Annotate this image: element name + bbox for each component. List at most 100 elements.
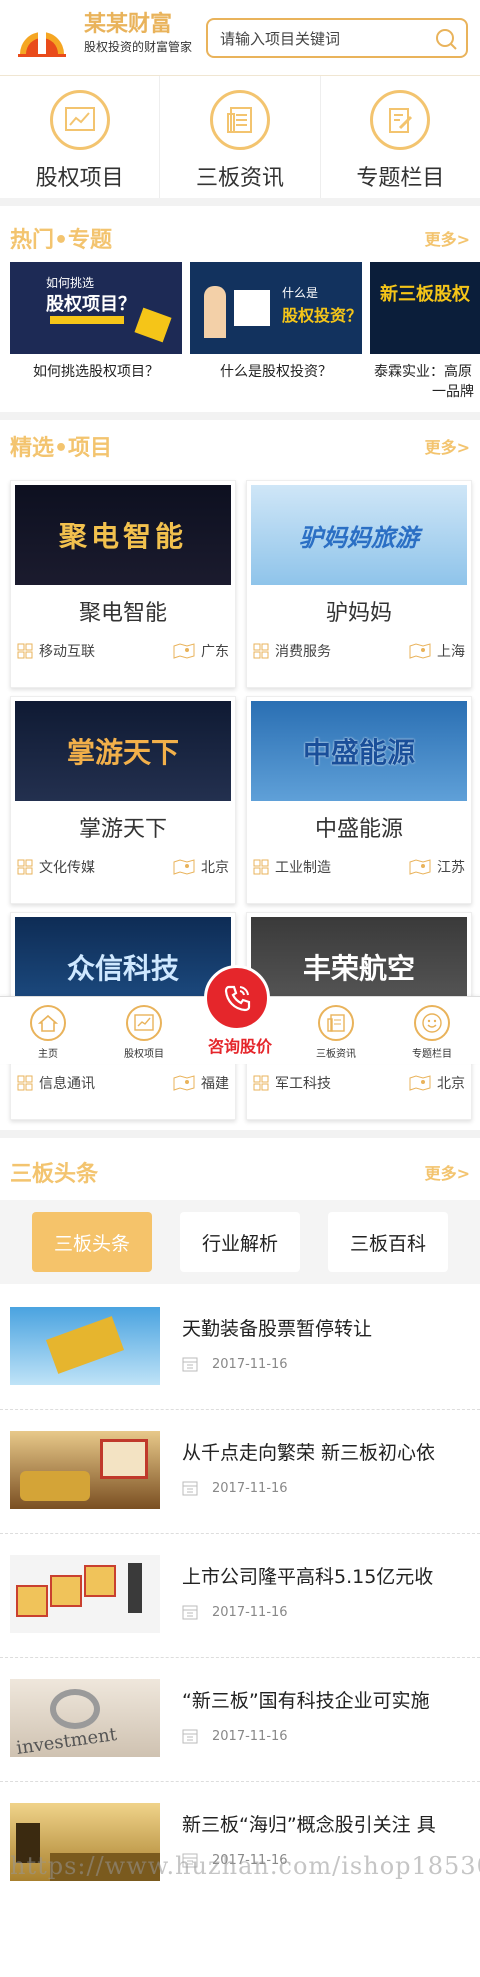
category-sanban-news[interactable]: 三板资讯 <box>160 76 321 198</box>
search-placeholder: 请输入项目关键词 <box>220 29 341 48</box>
calendar-icon <box>182 1729 198 1744</box>
hot-topic-card[interactable]: 新三板股权 泰霖实业：高原 一品牌 <box>370 262 480 402</box>
tab-projects[interactable]: 股权项目 <box>104 1005 184 1060</box>
news-title: “新三板”国有科技企业可实施 <box>182 1690 430 1712</box>
project-industry: 信息通讯 <box>39 1076 95 1092</box>
project-region: 广东 <box>201 644 229 660</box>
news-thumbnail: investment <box>10 1679 160 1757</box>
news-item[interactable]: 新三板“海归”概念股引关注 具 2017-11-16 <box>0 1782 480 1906</box>
divider <box>0 1130 480 1138</box>
phone-icon <box>224 985 251 1012</box>
hot-topic-caption: 泰霖实业：高原 <box>374 364 472 380</box>
project-name: 驴妈妈 <box>325 601 392 626</box>
hot-topic-card[interactable]: 如何挑选 股权项目？ 如何挑选股权项目？ <box>10 262 182 382</box>
brand-name: 某某财富 <box>84 12 173 37</box>
brand: 某某财富 股权投资的财富管家 <box>84 12 194 56</box>
project-banner: 中盛能源 <box>251 701 467 801</box>
project-banner: 驴妈妈旅游 <box>251 485 467 585</box>
hot-section-header: 热门•专题 更多> <box>0 216 480 260</box>
hot-image-text: 什么是 <box>282 286 319 300</box>
chart-growth-icon <box>126 1005 162 1041</box>
project-banner-text: 丰荣航空 <box>302 952 415 985</box>
map-icon <box>173 643 195 659</box>
map-icon <box>409 1075 431 1091</box>
hot-more-link[interactable]: 更多> <box>425 226 470 250</box>
projects-more-link[interactable]: 更多> <box>425 434 470 458</box>
project-region: 江苏 <box>437 860 465 876</box>
sanban-tabs: 三板头条 行业解析 三板百科 <box>0 1200 480 1284</box>
news-item[interactable]: 天勤装备股票暂停转让 2017-11-16 <box>0 1286 480 1410</box>
project-industry: 文化传媒 <box>39 860 95 876</box>
project-industry: 工业制造 <box>275 860 331 876</box>
tab-label: 股权项目 <box>124 1049 164 1060</box>
category-topics[interactable]: 专题栏目 <box>321 76 480 198</box>
news-date: 2017-11-16 <box>212 1728 288 1744</box>
tab-label: 专题栏目 <box>412 1049 452 1060</box>
hot-topic-card[interactable]: 什么是 股权投资？ 什么是股权投资？ <box>190 262 362 382</box>
hot-topic-image: 如何挑选 股权项目？ <box>10 262 182 354</box>
news-item[interactable]: 从千点走向繁荣 新三板初心依 2017-11-16 <box>0 1410 480 1534</box>
project-banner-text: 驴妈妈旅游 <box>299 523 419 552</box>
map-icon <box>173 1075 195 1091</box>
smile-icon <box>414 1005 450 1041</box>
project-banner: 聚电智能 <box>15 485 231 585</box>
consult-button[interactable] <box>204 965 270 1031</box>
project-region: 福建 <box>201 1076 229 1092</box>
news-title: 天勤装备股票暂停转让 <box>182 1318 373 1340</box>
news-date: 2017-11-16 <box>212 1480 288 1496</box>
hot-topic-caption: 什么是股权投资？ <box>220 364 332 380</box>
hot-image-text: 如何挑选 <box>46 276 95 290</box>
industry-grid-icon <box>17 643 33 659</box>
search-input[interactable]: 请输入项目关键词 <box>206 18 468 58</box>
news-item[interactable]: 上市公司隆平高科5.15亿元收 2017-11-16 <box>0 1534 480 1658</box>
project-industry: 消费服务 <box>275 644 331 660</box>
industry-grid-icon <box>253 1075 269 1091</box>
tab-news[interactable]: 三板资讯 <box>296 1005 376 1060</box>
hot-section-title: 热门•专题 <box>10 228 113 253</box>
category-equity-projects[interactable]: 股权项目 <box>0 76 161 198</box>
chart-growth-icon <box>49 90 110 150</box>
news-doc-icon <box>209 90 270 150</box>
category-label: 股权项目 <box>35 166 124 191</box>
hot-image-text: 股权项目？ <box>46 294 136 315</box>
tab-industry-analysis[interactable]: 行业解析 <box>180 1212 300 1272</box>
search-icon[interactable] <box>434 27 458 51</box>
news-thumbnail <box>10 1307 160 1385</box>
tab-sanban-headlines[interactable]: 三板头条 <box>32 1212 152 1272</box>
brand-slogan: 股权投资的财富管家 <box>84 40 193 54</box>
project-region: 上海 <box>437 644 465 660</box>
news-thumbnail <box>10 1555 160 1633</box>
tab-topics[interactable]: 专题栏目 <box>392 1005 472 1060</box>
sanban-more-link[interactable]: 更多> <box>425 1160 470 1184</box>
news-date: 2017-11-16 <box>212 1604 288 1620</box>
map-icon <box>409 643 431 659</box>
project-card[interactable]: 驴妈妈旅游 驴妈妈 消费服务 上海 <box>246 480 472 688</box>
project-name: 中盛能源 <box>314 817 403 842</box>
page-header: 某某财富 股权投资的财富管家 请输入项目关键词 <box>0 0 480 76</box>
news-title: 从千点走向繁荣 新三板初心依 <box>182 1442 436 1464</box>
logo-icon[interactable] <box>16 14 68 58</box>
sanban-section-title: 三板头条 <box>10 1162 99 1187</box>
news-thumbnail <box>10 1431 160 1509</box>
project-industry: 军工科技 <box>275 1076 331 1092</box>
project-card[interactable]: 中盛能源 中盛能源 工业制造 江苏 <box>246 696 472 904</box>
calendar-icon <box>182 1357 198 1372</box>
tab-label: 三板资讯 <box>316 1049 356 1060</box>
news-title: 新三板“海归”概念股引关注 具 <box>182 1814 436 1836</box>
tab-sanban-wiki[interactable]: 三板百科 <box>328 1212 448 1272</box>
home-icon <box>30 1005 66 1041</box>
hot-image-text: 股权投资？ <box>282 306 362 325</box>
category-nav: 股权项目 三板资讯 专题栏目 <box>0 76 480 206</box>
project-name: 聚电智能 <box>78 601 167 626</box>
project-name: 掌游天下 <box>78 817 167 842</box>
project-card[interactable]: 掌游天下 掌游天下 文化传媒 北京 <box>10 696 236 904</box>
news-item[interactable]: investment “新三板”国有科技企业可实施 2017-11-16 <box>0 1658 480 1782</box>
news-title: 上市公司隆平高科5.15亿元收 <box>182 1566 434 1588</box>
industry-grid-icon <box>17 1075 33 1091</box>
project-region: 北京 <box>437 1076 465 1092</box>
consult-label[interactable]: 咨询股价 <box>190 1033 290 1057</box>
project-card[interactable]: 聚电智能 聚电智能 移动互联 广东 <box>10 480 236 688</box>
project-banner-text: 聚电智能 <box>58 520 187 553</box>
tab-home[interactable]: 主页 <box>8 1005 88 1060</box>
projects-section-header: 精选•项目 更多> <box>0 424 480 468</box>
